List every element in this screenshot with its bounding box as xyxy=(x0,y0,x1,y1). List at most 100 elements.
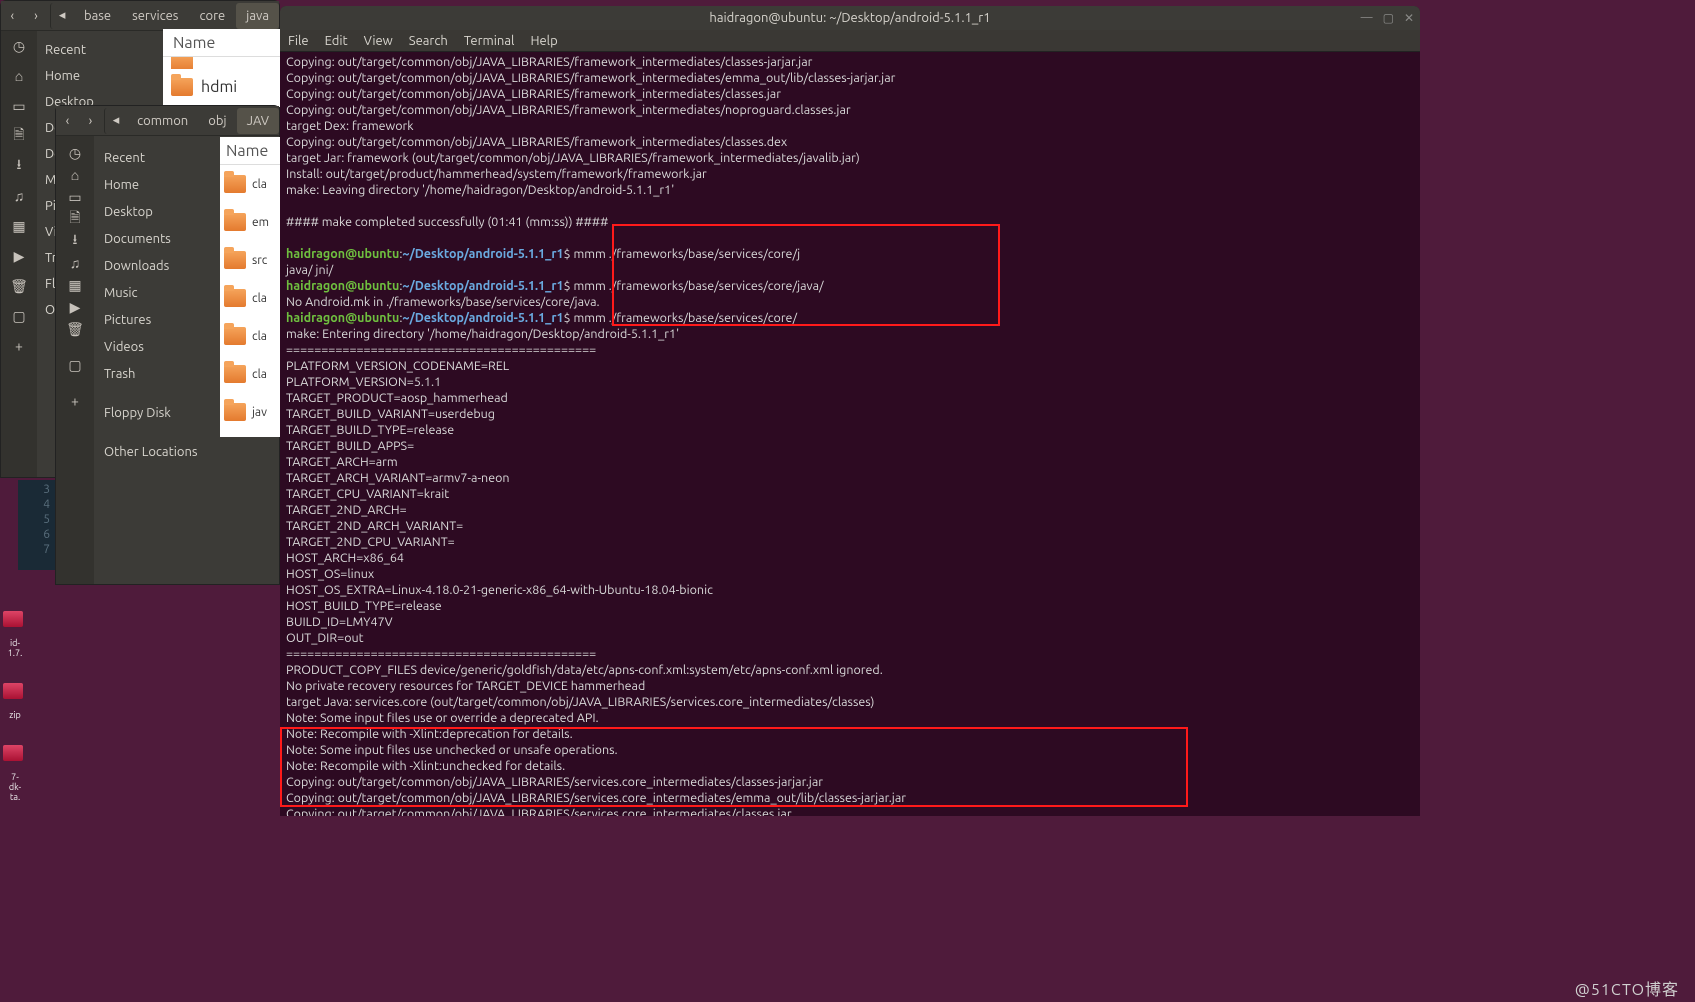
term-line: HOST_ARCH=x86_64 xyxy=(286,551,404,565)
list-item[interactable]: cla xyxy=(220,165,280,203)
desktop-item[interactable]: 7- dk- ta. xyxy=(0,738,30,802)
pictures-icon[interactable]: ▦ xyxy=(10,217,28,235)
fm-back-iconbar: ◷ ⌂ ▭ 🗎 ⭳ ♫ ▦ ▶ 🗑 ▢ + xyxy=(1,31,37,477)
add-icon[interactable]: + xyxy=(66,392,84,410)
nav-forward-icon[interactable]: › xyxy=(25,3,48,29)
music-icon[interactable]: ♫ xyxy=(10,187,28,205)
place-other[interactable]: Other Locations xyxy=(94,438,279,465)
desktop-icon[interactable]: ▭ xyxy=(66,188,84,206)
crumb-common[interactable]: common xyxy=(127,108,198,134)
list-item[interactable]: src xyxy=(220,241,280,279)
close-icon[interactable]: ✕ xyxy=(1404,11,1414,25)
menu-help[interactable]: Help xyxy=(530,34,557,48)
crumb-obj[interactable]: obj xyxy=(198,108,236,134)
prompt-path: ~/Desktop/android-5.1.1_r1 xyxy=(402,311,563,325)
menu-edit[interactable]: Edit xyxy=(325,34,348,48)
column-header-name[interactable]: Name xyxy=(220,137,280,165)
floppy-icon[interactable]: ▢ xyxy=(10,307,28,325)
list-item[interactable] xyxy=(163,57,281,69)
trash-icon[interactable]: 🗑 xyxy=(66,320,84,338)
downloads-icon[interactable]: ⭳ xyxy=(10,157,28,175)
menu-terminal[interactable]: Terminal xyxy=(464,34,515,48)
prompt-user: haidragon@ubuntu xyxy=(286,247,399,261)
desktop-item[interactable]: id- 1.7. xyxy=(0,604,30,658)
documents-icon[interactable]: 🗎 xyxy=(66,210,84,228)
terminal-titlebar[interactable]: haidragon@ubuntu: ~/Desktop/android-5.1.… xyxy=(280,6,1420,30)
folder-icon xyxy=(224,365,246,383)
pictures-icon[interactable]: ▦ xyxy=(66,276,84,294)
list-item[interactable]: jav xyxy=(220,393,280,431)
music-icon[interactable]: ♫ xyxy=(66,254,84,272)
menu-view[interactable]: View xyxy=(364,34,393,48)
term-line: HOST_BUILD_TYPE=release xyxy=(286,599,442,613)
term-line: BUILD_ID=LMY47V xyxy=(286,615,393,629)
recent-icon[interactable]: ◷ xyxy=(10,37,28,55)
crumb-core[interactable]: core xyxy=(189,3,235,29)
term-line: PLATFORM_VERSION_CODENAME=REL xyxy=(286,359,509,373)
desktop-item[interactable]: zip xyxy=(0,676,30,720)
list-item[interactable]: em xyxy=(220,203,280,241)
term-line: TARGET_ARCH_VARIANT=armv7-a-neon xyxy=(286,471,510,485)
term-line: Copying: out/target/common/obj/JAVA_LIBR… xyxy=(286,103,851,117)
list-item[interactable]: hdmi xyxy=(163,69,281,105)
home-icon[interactable]: ⌂ xyxy=(10,67,28,85)
terminal-menubar: File Edit View Search Terminal Help xyxy=(280,30,1420,52)
documents-icon[interactable]: 🗎 xyxy=(10,127,28,145)
videos-icon[interactable]: ▶ xyxy=(66,298,84,316)
floppy-icon[interactable]: ▢ xyxy=(66,356,84,374)
path-root-icon[interactable]: ◂ xyxy=(50,3,73,29)
term-line: PRODUCT_COPY_FILES device/generic/goldfi… xyxy=(286,663,883,677)
menu-search[interactable]: Search xyxy=(409,34,448,48)
desktop-label: zip xyxy=(0,710,30,720)
crumb-java[interactable]: java xyxy=(236,3,279,29)
list-item[interactable]: cla xyxy=(220,355,280,393)
line-number: 5 xyxy=(22,512,54,527)
term-line: No Android.mk in ./frameworks/base/servi… xyxy=(286,295,600,309)
crumb-services[interactable]: services xyxy=(122,3,188,29)
term-line: TARGET_2ND_CPU_VARIANT= xyxy=(286,535,455,549)
desktop-icon[interactable]: ▭ xyxy=(10,97,28,115)
recent-icon[interactable]: ◷ xyxy=(66,144,84,162)
fm-front-header: ‹ › ◂ common obj JAV xyxy=(56,106,279,136)
place-label: Desktop xyxy=(104,205,153,219)
term-line: Install: out/target/product/hammerhead/s… xyxy=(286,167,707,181)
list-item[interactable]: cla xyxy=(220,317,280,355)
term-cmd: mmm ./frameworks/base/services/core/java… xyxy=(571,279,824,293)
folder-icon xyxy=(171,78,193,96)
editor-gutter: 3 4 5 6 7 in } xyxy=(18,480,58,570)
term-line: make: Entering directory '/home/haidrago… xyxy=(286,327,679,341)
maximize-icon[interactable]: ▢ xyxy=(1383,11,1394,25)
list-item[interactable]: cla xyxy=(220,279,280,317)
folder-icon xyxy=(3,683,23,699)
minimize-icon[interactable]: — xyxy=(1361,11,1373,25)
videos-icon[interactable]: ▶ xyxy=(10,247,28,265)
term-line: HOST_OS_EXTRA=Linux-4.18.0-21-generic-x8… xyxy=(286,583,713,597)
folder-icon xyxy=(3,745,23,761)
desktop-icons: id- 1.7. zip 7- dk- ta. xyxy=(0,600,30,850)
term-line: OUT_DIR=out xyxy=(286,631,364,645)
crumb-jav[interactable]: JAV xyxy=(237,108,279,134)
term-line: Copying: out/target/common/obj/JAVA_LIBR… xyxy=(286,775,823,789)
nav-back-icon[interactable]: ‹ xyxy=(56,108,79,134)
item-label: cla xyxy=(252,330,267,343)
menu-file[interactable]: File xyxy=(288,34,309,48)
trash-icon[interactable]: 🗑 xyxy=(10,277,28,295)
term-line: Copying: out/target/common/obj/JAVA_LIBR… xyxy=(286,71,895,85)
column-header-name[interactable]: Name xyxy=(163,29,281,57)
place-label: Downloads xyxy=(104,259,169,273)
folder-icon xyxy=(224,251,246,269)
home-icon[interactable]: ⌂ xyxy=(66,166,84,184)
nav-back-icon[interactable]: ‹ xyxy=(1,3,24,29)
term-line: TARGET_PRODUCT=aosp_hammerhead xyxy=(286,391,508,405)
nav-forward-icon[interactable]: › xyxy=(79,108,102,134)
terminal-output[interactable]: Copying: out/target/common/obj/JAVA_LIBR… xyxy=(280,52,1420,816)
path-root-icon[interactable]: ◂ xyxy=(104,108,127,134)
crumb-base[interactable]: base xyxy=(74,3,121,29)
term-line: ========================================… xyxy=(286,343,596,357)
place-label: Videos xyxy=(104,340,144,354)
fm-front-list: Name cla em src cla cla cla jav xyxy=(220,137,280,437)
prompt-path: ~/Desktop/android-5.1.1_r1 xyxy=(402,247,563,261)
term-line: target Dex: framework xyxy=(286,119,414,133)
downloads-icon[interactable]: ⭳ xyxy=(66,232,84,250)
add-icon[interactable]: + xyxy=(10,337,28,355)
